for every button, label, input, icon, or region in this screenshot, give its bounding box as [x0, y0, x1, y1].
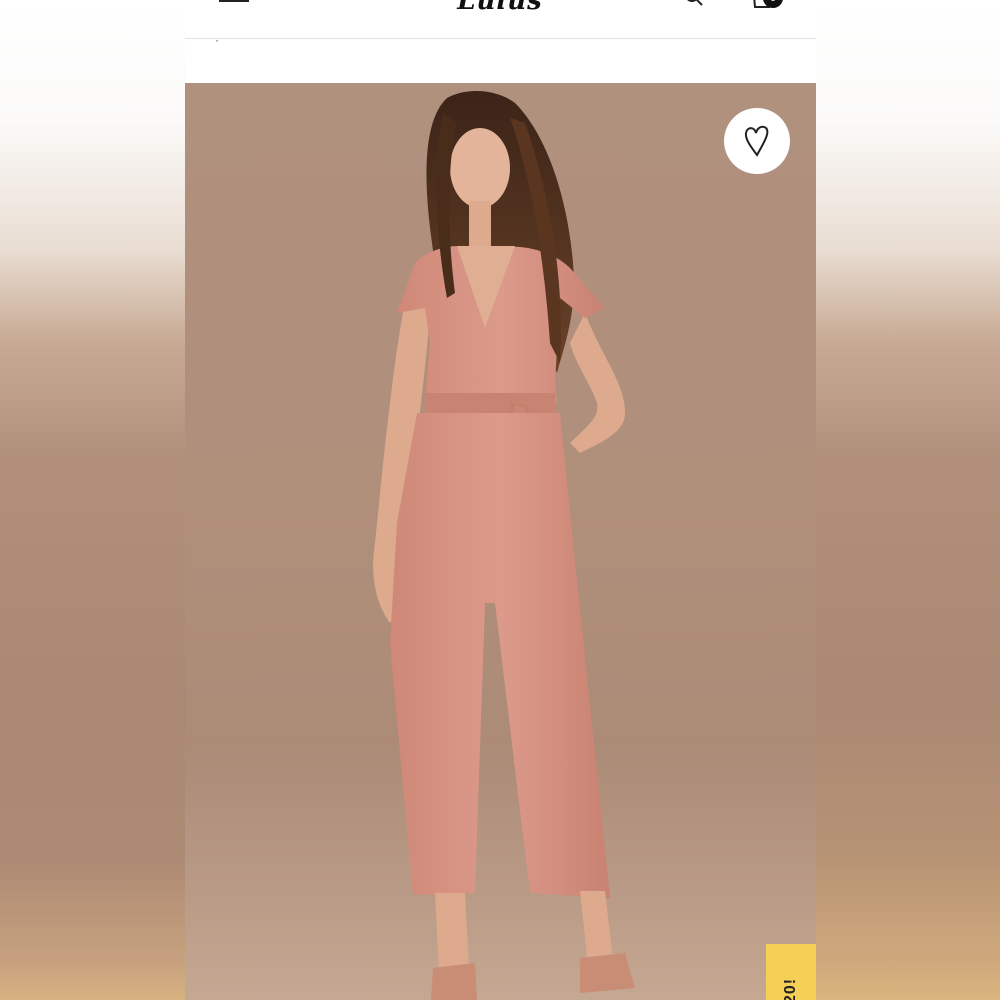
- hamburger-menu-icon[interactable]: [219, 0, 249, 2]
- model-figure: [373, 91, 635, 1000]
- search-icon[interactable]: [685, 0, 703, 6]
- promo-text: 20!: [782, 977, 799, 1000]
- wishlist-button[interactable]: [724, 108, 790, 174]
- background-glow: [816, 0, 1000, 1000]
- breadcrumb: ·: [215, 33, 219, 47]
- product-image[interactable]: 20!: [185, 83, 816, 1000]
- promo-tab[interactable]: 20!: [766, 944, 816, 1000]
- top-header: Lulus 0: [185, 0, 816, 39]
- brand-logo[interactable]: Lulus: [435, 0, 565, 16]
- heart-icon: [744, 125, 769, 157]
- carousel-dots[interactable]: [205, 995, 360, 1000]
- phone-screen: Lulus 0 ·: [185, 0, 816, 1000]
